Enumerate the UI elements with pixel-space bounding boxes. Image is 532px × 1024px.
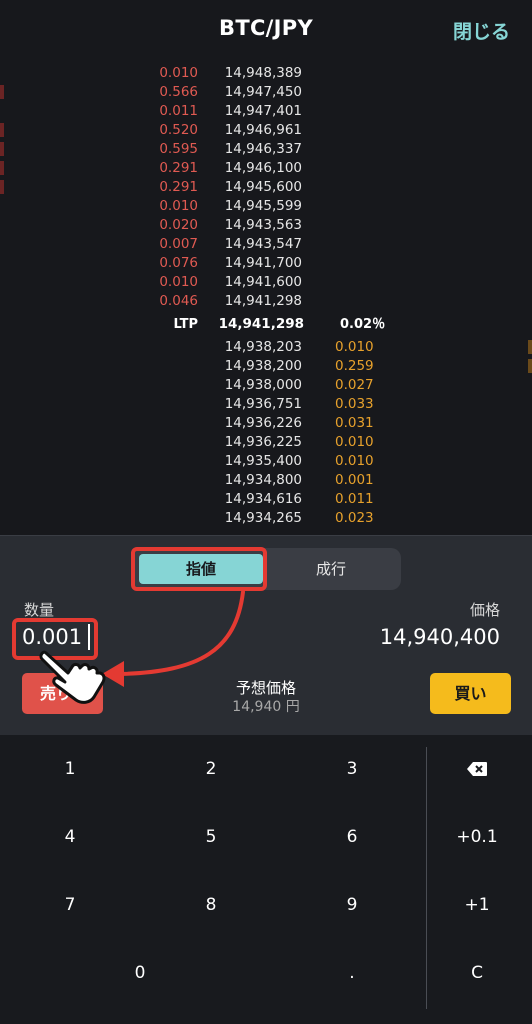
key-3[interactable]: 3 — [302, 747, 402, 791]
top-bar: BTC/JPY 閉じる — [0, 0, 532, 60]
key-plus-0.1[interactable]: +0.1 — [427, 815, 527, 859]
key-4[interactable]: 4 — [20, 815, 120, 859]
ask-quantity[interactable]: 0.046 — [120, 292, 198, 311]
estimate-value: 14,940 円 — [232, 699, 300, 715]
ask-depth-bar — [0, 142, 4, 156]
bid-price[interactable]: 14,936,225 — [214, 433, 302, 452]
estimate-label: 予想価格 — [235, 679, 296, 697]
ask-price[interactable]: 14,946,337 — [214, 140, 302, 159]
bid-price[interactable]: 14,938,000 — [214, 376, 302, 395]
ask-price[interactable]: 14,946,961 — [214, 121, 302, 140]
ask-quantity[interactable]: 0.520 — [120, 121, 198, 140]
ask-price[interactable]: 14,947,450 — [214, 83, 302, 102]
ask-price[interactable]: 14,947,401 — [214, 102, 302, 121]
ask-price[interactable]: 14,941,600 — [214, 273, 302, 292]
bid-quantity[interactable]: 0.010 — [335, 338, 395, 357]
ask-quantity[interactable]: 0.011 — [120, 102, 198, 121]
ask-quantity[interactable]: 0.595 — [120, 140, 198, 159]
ask-quantity[interactable]: 0.566 — [120, 83, 198, 102]
ask-quantity[interactable]: 0.010 — [120, 197, 198, 216]
key-6[interactable]: 6 — [302, 815, 402, 859]
bid-quantity[interactable]: 0.011 — [335, 490, 395, 509]
key-0[interactable]: 0 — [90, 951, 190, 995]
bid-quantity[interactable]: 0.031 — [335, 414, 395, 433]
bid-price[interactable]: 14,938,203 — [214, 338, 302, 357]
highlight-frame-order-type — [131, 547, 267, 591]
key-dot[interactable]: . — [302, 951, 402, 995]
ask-quantity[interactable]: 0.291 — [120, 159, 198, 178]
bid-quantity[interactable]: 0.033 — [335, 395, 395, 414]
ask-quantity[interactable]: 0.020 — [120, 216, 198, 235]
ask-price[interactable]: 14,941,700 — [214, 254, 302, 273]
market-order-tab[interactable]: 成行 — [267, 554, 395, 584]
ask-price[interactable]: 14,943,563 — [214, 216, 302, 235]
ask-price[interactable]: 14,945,600 — [214, 178, 302, 197]
close-button[interactable]: 閉じる — [453, 17, 510, 44]
buy-button[interactable]: 買い — [430, 673, 511, 714]
bid-depth-bar — [528, 359, 532, 373]
ask-quantity[interactable]: 0.010 — [120, 64, 198, 83]
ask-quantity[interactable]: 0.010 — [120, 273, 198, 292]
key-8[interactable]: 8 — [161, 883, 261, 927]
ask-price[interactable]: 14,943,547 — [214, 235, 302, 254]
ask-depth-bar — [0, 123, 4, 137]
ask-depth-bar — [0, 161, 4, 175]
key-2[interactable]: 2 — [161, 747, 261, 791]
bid-quantity[interactable]: 0.027 — [335, 376, 395, 395]
bid-price[interactable]: 14,934,265 — [214, 509, 302, 528]
key-9[interactable]: 9 — [302, 883, 402, 927]
key-plus-1[interactable]: +1 — [427, 883, 527, 927]
ask-quantity[interactable]: 0.291 — [120, 178, 198, 197]
bid-quantity[interactable]: 0.010 — [335, 452, 395, 471]
ask-quantity[interactable]: 0.076 — [120, 254, 198, 273]
order-panel: 指値 成行 数量 0.001 価格 14,940,400 売り 予想価格 14,… — [0, 535, 532, 735]
bid-price[interactable]: 14,936,751 — [214, 395, 302, 414]
ask-price[interactable]: 14,948,389 — [214, 64, 302, 83]
price-label: 価格 — [469, 601, 500, 619]
bid-price[interactable]: 14,936,226 — [214, 414, 302, 433]
key-5[interactable]: 5 — [161, 815, 261, 859]
pointing-hand-icon — [39, 650, 106, 704]
ltp-change: 0.02％ — [340, 317, 386, 332]
ltp-price: 14,941,298 — [218, 316, 304, 332]
ask-price[interactable]: 14,945,599 — [214, 197, 302, 216]
bid-quantity[interactable]: 0.010 — [335, 433, 395, 452]
bid-quantity[interactable]: 0.001 — [335, 471, 395, 490]
backspace-icon[interactable] — [427, 747, 527, 791]
price-input[interactable]: 14,940,400 — [380, 625, 500, 649]
bid-price[interactable]: 14,938,200 — [214, 357, 302, 376]
bid-price[interactable]: 14,934,616 — [214, 490, 302, 509]
bid-quantity[interactable]: 0.023 — [335, 509, 395, 528]
order-book: 0.010 14,948,389 0.566 14,947,450 0.011 14,94… — [0, 60, 532, 535]
key-clear[interactable]: C — [427, 951, 527, 995]
ltp-label: LTP — [173, 317, 198, 332]
bid-depth-bar — [528, 340, 532, 354]
ask-depth-bar — [0, 180, 4, 194]
key-7[interactable]: 7 — [20, 883, 120, 927]
numeric-keypad: 1 2 3 4 5 6 7 8 9 0. +0.1 +1 C — [0, 735, 532, 1024]
bid-price[interactable]: 14,935,400 — [214, 452, 302, 471]
ask-price[interactable]: 14,941,298 — [214, 292, 302, 311]
ask-quantity[interactable]: 0.007 — [120, 235, 198, 254]
bid-price[interactable]: 14,934,800 — [214, 471, 302, 490]
ask-depth-bar — [0, 85, 4, 99]
bid-quantity[interactable]: 0.259 — [335, 357, 395, 376]
ask-price[interactable]: 14,946,100 — [214, 159, 302, 178]
quantity-label: 数量 — [24, 601, 55, 619]
key-1[interactable]: 1 — [20, 747, 120, 791]
